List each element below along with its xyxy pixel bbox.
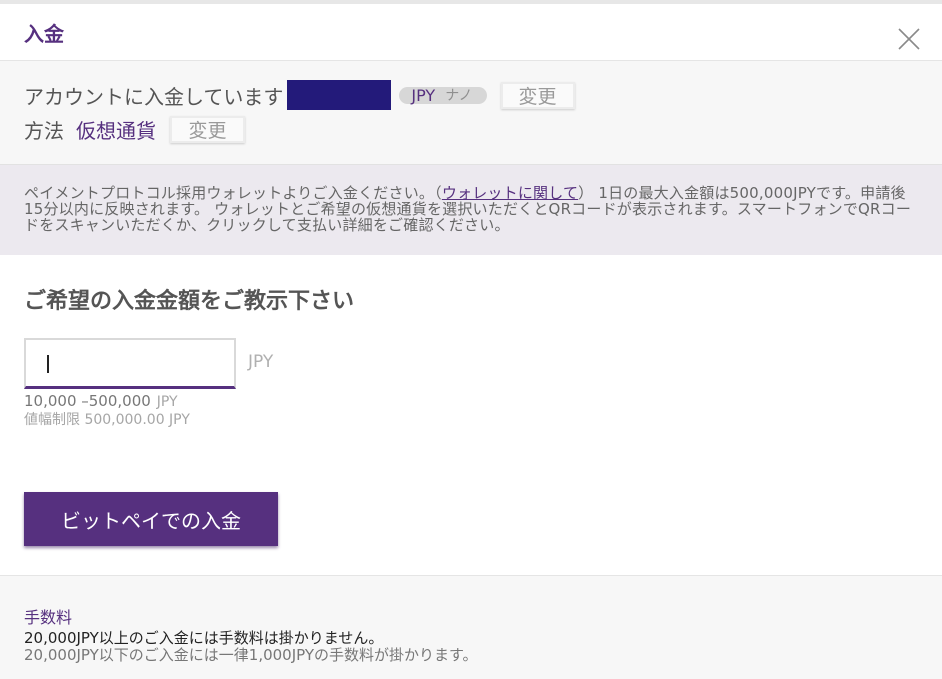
account-section: アカウントに入金しています JPY ナノ 変更 方法 仮想通貨 変更 (0, 61, 942, 165)
account-row: アカウントに入金しています JPY ナノ 変更 (24, 80, 575, 110)
fees-title: 手数料 (24, 608, 73, 627)
amount-range: 10,000 –500,000 JPY (24, 392, 178, 410)
amount-limit: 値幅制限 500,000.00 JPY (24, 412, 190, 428)
currency-code: JPY (411, 85, 436, 105)
change-method-button[interactable]: 変更 (170, 115, 245, 143)
change-account-button[interactable]: 変更 (500, 81, 575, 109)
amount-input[interactable] (24, 338, 236, 389)
fees-section: 手数料 20,000JPY以上のご入金には手数料は掛かりません。 20,000J… (0, 575, 942, 679)
modal-header: 入金 (0, 4, 942, 61)
amount-range-unit: JPY (156, 394, 178, 410)
bitpay-deposit-button[interactable]: ビットペイでの入金 (24, 492, 278, 546)
method-label: 方法 (24, 118, 64, 143)
fee-line-2: 20,000JPY以下のご入金には一律1,000JPYの手数料が掛かります。 (24, 646, 478, 664)
info-text: ペイメントプロトコル採用ウォレットよりご入金ください。（ウォレットに関して） 1… (24, 185, 912, 233)
info-banner: ペイメントプロトコル採用ウォレットよりご入金ください。（ウォレットに関して） 1… (0, 165, 942, 255)
currency-badge: JPY ナノ (399, 85, 487, 105)
currency-subtext: ナノ (445, 88, 473, 104)
masked-account-id (287, 80, 392, 110)
close-icon (898, 28, 920, 50)
method-row: 方法 仮想通貨 変更 (24, 114, 245, 144)
text-caret (47, 355, 49, 373)
account-label: アカウントに入金しています (24, 84, 284, 109)
amount-range-value: 10,000 –500,000 (24, 392, 151, 410)
amount-heading: ご希望の入金金額をご教示下さい (24, 289, 355, 314)
modal-title: 入金 (24, 22, 64, 46)
amount-unit: JPY (248, 352, 274, 372)
close-button[interactable] (897, 27, 921, 51)
method-value: 仮想通貨 (76, 118, 156, 143)
